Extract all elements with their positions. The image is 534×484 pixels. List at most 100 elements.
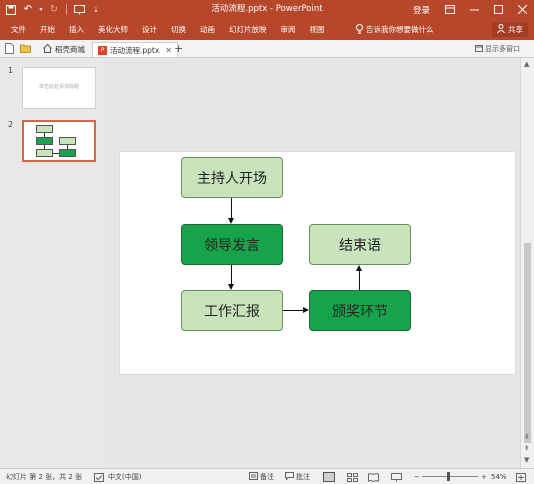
save-icon[interactable]	[4, 3, 18, 17]
reading-view-icon[interactable]	[368, 471, 379, 483]
login-link[interactable]: 登录	[405, 4, 438, 16]
language-indicator[interactable]: 中文(中国)	[108, 471, 141, 483]
flow-box-host-opening[interactable]: 主持人开场	[181, 157, 283, 198]
home-icon	[43, 43, 52, 55]
tab-store-label: 稻壳商城	[55, 45, 85, 54]
tab-home[interactable]: 开始	[33, 24, 62, 35]
close-tab-icon[interactable]: ✕	[165, 46, 172, 55]
vertical-scrollbar[interactable]: ▲ ⇞ ⇟ ▼	[520, 58, 534, 468]
connector-host-to-leader[interactable]	[231, 198, 232, 219]
scrollbar-thumb[interactable]	[524, 243, 531, 443]
ribbon-tabs: 文件 开始 插入 美化大师 设计 切换 动画 幻灯片放映 审阅 视图 告诉我你想…	[0, 19, 534, 40]
comments-label: 批注	[296, 473, 310, 481]
close-icon[interactable]	[510, 0, 534, 19]
slide-thumbnail-pane: 1 单击此处添加标题 2	[0, 58, 104, 468]
arrowhead-right	[303, 307, 309, 313]
arrowhead-up	[356, 265, 362, 271]
slide-canvas[interactable]: 主持人开场 领导发言 工作汇报 颁奖环节 结束语	[119, 151, 516, 375]
lightbulb-icon	[356, 23, 363, 36]
tab-design[interactable]: 设计	[135, 24, 164, 35]
open-folder-icon[interactable]	[20, 43, 31, 54]
minimize-icon[interactable]	[462, 0, 486, 19]
tab-slide-show[interactable]: 幻灯片放映	[222, 24, 274, 35]
tab-animations[interactable]: 动画	[193, 24, 222, 35]
mini-connector	[44, 133, 45, 137]
scroll-up-page-icon[interactable]: ⇞	[524, 433, 530, 441]
connector-work-to-award[interactable]	[283, 310, 304, 311]
tell-me-box[interactable]: 告诉我你想要做什么	[356, 19, 434, 40]
slide-show-icon[interactable]	[391, 471, 402, 483]
add-tab-button[interactable]: +	[174, 42, 183, 55]
notes-icon	[249, 472, 258, 482]
comments-button[interactable]: 批注	[285, 471, 310, 483]
normal-view-icon[interactable]	[323, 471, 335, 483]
arrowhead-down	[228, 284, 234, 290]
toolbar-separator	[66, 4, 67, 15]
slide-counter: 幻灯片 第 2 张，共 2 张	[6, 473, 83, 481]
flow-box-award-ceremony[interactable]: 颁奖环节	[309, 290, 411, 331]
status-bar: 幻灯片 第 2 张，共 2 张 中文(中国) 备注 批注 − + 54%	[0, 468, 534, 484]
tab-store[interactable]: 稻壳商城	[38, 42, 90, 57]
tab-document-label: 活动流程.pptx	[110, 45, 160, 55]
connector-award-to-closing[interactable]	[359, 270, 360, 290]
slide-thumbnail-1[interactable]: 单击此处添加标题	[22, 67, 96, 109]
scroll-down-page-icon[interactable]: ⇟	[524, 444, 530, 452]
redo-icon[interactable]: ↻	[47, 3, 61, 17]
zoom-slider-track[interactable]	[422, 476, 478, 477]
multi-window-icon	[475, 44, 483, 54]
new-document-icon[interactable]	[4, 43, 15, 54]
spelling-check-icon[interactable]	[94, 471, 104, 483]
powerpoint-file-icon: P	[98, 45, 107, 55]
connector-leader-to-work[interactable]	[231, 265, 232, 285]
zoom-level[interactable]: 54%	[491, 471, 507, 483]
maximize-icon[interactable]	[486, 0, 510, 19]
zoom-out-button[interactable]: −	[414, 471, 420, 483]
share-button[interactable]: 共享	[492, 22, 528, 37]
slide-sorter-view-icon[interactable]	[347, 471, 358, 483]
mini-box-work	[36, 149, 53, 157]
tab-beautify-master[interactable]: 美化大师	[91, 24, 135, 35]
undo-dropdown-icon[interactable]: ▾	[38, 3, 44, 17]
arrowhead-down	[228, 218, 234, 224]
quick-access-toolbar: ↶ ▾ ↻ ⇣	[4, 2, 103, 17]
fit-slide-icon[interactable]	[516, 471, 526, 483]
tab-file[interactable]: 文件	[4, 24, 33, 35]
show-multi-window-label: 显示多窗口	[485, 45, 520, 53]
notes-label: 备注	[260, 473, 274, 481]
flow-box-work-report[interactable]: 工作汇报	[181, 290, 283, 331]
flow-box-leader-speech[interactable]: 领导发言	[181, 224, 283, 265]
thumbnail-number-1: 1	[8, 66, 14, 75]
mini-box-leader	[36, 137, 53, 145]
mini-box-end	[59, 137, 76, 145]
mini-box-award	[59, 149, 76, 157]
share-label: 共享	[508, 25, 523, 34]
thumbnail-number-2: 2	[8, 120, 14, 129]
slide-thumbnail-2[interactable]	[22, 120, 96, 162]
ribbon-display-options-icon[interactable]	[438, 0, 462, 19]
notes-button[interactable]: 备注	[249, 471, 274, 483]
person-icon	[497, 24, 505, 35]
customize-toolbar-icon[interactable]: ⇣	[89, 3, 103, 17]
undo-icon[interactable]: ↶	[21, 3, 35, 17]
tab-review[interactable]: 审阅	[274, 24, 303, 35]
tab-insert[interactable]: 插入	[62, 24, 91, 35]
flow-box-closing-remarks[interactable]: 结束语	[309, 224, 411, 265]
tab-transitions[interactable]: 切换	[164, 24, 193, 35]
scroll-up-icon[interactable]: ▲	[524, 60, 529, 68]
tell-me-text: 告诉我你想要做什么	[366, 25, 434, 34]
zoom-slider-knob[interactable]	[447, 472, 450, 481]
scroll-down-icon[interactable]: ▼	[524, 456, 529, 464]
mini-connector	[67, 145, 68, 149]
mini-connector	[44, 145, 45, 149]
document-tab-bar: 稻壳商城 P 活动流程.pptx ✕ + 显示多窗口	[0, 40, 534, 58]
show-multi-window-button[interactable]: 显示多窗口	[475, 44, 520, 54]
window-controls: 登录	[405, 0, 534, 19]
comment-icon	[285, 472, 294, 482]
start-from-beginning-icon[interactable]	[72, 3, 86, 17]
mini-connector	[53, 153, 59, 154]
tab-view[interactable]: 视图	[303, 24, 332, 35]
tab-document[interactable]: P 活动流程.pptx ✕	[92, 42, 178, 57]
zoom-in-button[interactable]: +	[481, 471, 487, 483]
mini-box-host	[36, 125, 53, 133]
title-bar: ↶ ▾ ↻ ⇣ 活动流程.pptx - PowerPoint 登录	[0, 0, 534, 19]
